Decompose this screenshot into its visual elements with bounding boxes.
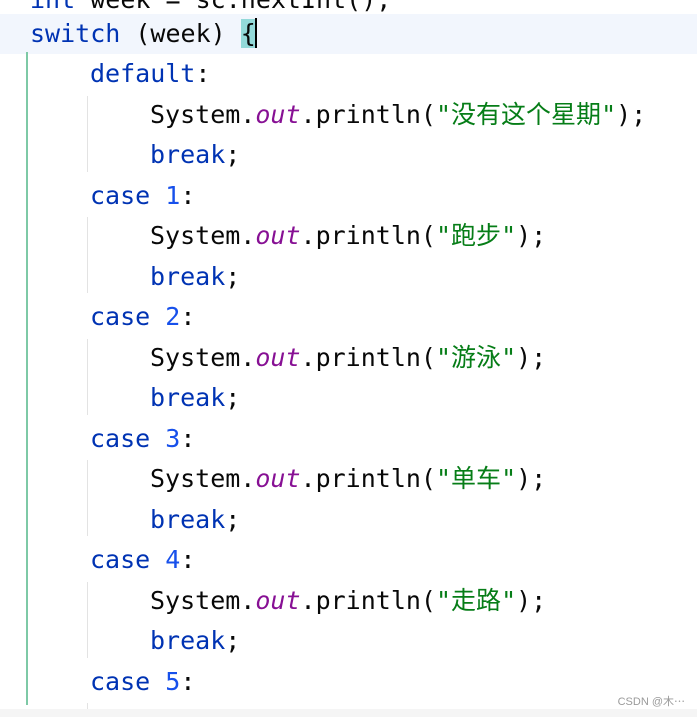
break-keyword: break <box>150 262 226 291</box>
text-caret <box>254 18 257 48</box>
code-line-break[interactable]: break; <box>0 621 697 661</box>
code-line-case[interactable]: case 5: <box>0 662 697 702</box>
string-literal: 走路 <box>451 586 502 615</box>
break-keyword: break <box>150 505 226 534</box>
matched-brace: { <box>240 19 256 48</box>
code-line-println[interactable]: System.out.println("走路"); <box>0 581 697 621</box>
string-literal: 单车 <box>451 464 502 493</box>
code-line-println[interactable]: System.out.println("游泳"); <box>0 338 697 378</box>
case-keyword: case <box>90 545 151 574</box>
case-keyword: case <box>90 424 151 453</box>
code-line-println[interactable]: System.out.println("跑步"); <box>0 216 697 256</box>
code-line-break[interactable]: break; <box>0 500 697 540</box>
case-number: 3 <box>165 424 181 453</box>
code-line-println[interactable]: System.out.println("单车"); <box>0 459 697 499</box>
code-line-break[interactable]: break; <box>0 135 697 175</box>
out-field: out <box>255 100 301 129</box>
indent-guide <box>87 460 88 536</box>
case-keyword: case <box>90 181 151 210</box>
out-field: out <box>255 586 301 615</box>
code-editor[interactable]: int week = sc.nextInt(); switch (week) {… <box>0 0 697 717</box>
case-number: 1 <box>165 181 181 210</box>
code-line-default[interactable]: default: <box>0 54 697 94</box>
code-line-case[interactable]: case 1: <box>0 176 697 216</box>
break-keyword: break <box>150 626 226 655</box>
case-number: 5 <box>165 667 181 696</box>
out-field: out <box>255 343 301 372</box>
switch-keyword: switch <box>30 19 121 48</box>
int-keyword: int <box>30 0 75 14</box>
watermark: CSDN @木⋯ <box>617 696 685 708</box>
indent-guide <box>87 96 88 172</box>
editor-bottom-edge <box>0 709 697 717</box>
case-keyword: case <box>90 302 151 331</box>
code-line-break[interactable]: break; <box>0 257 697 297</box>
default-keyword: default <box>90 59 196 88</box>
string-literal: 跑步 <box>451 221 502 250</box>
string-literal: 游泳 <box>451 343 502 372</box>
code-line-case[interactable]: case 4: <box>0 540 697 580</box>
indent-guide <box>26 52 28 705</box>
out-field: out <box>255 464 301 493</box>
indent-guide <box>87 217 88 293</box>
case-number: 4 <box>165 545 181 574</box>
indent-guide <box>87 582 88 658</box>
out-field: out <box>255 221 301 250</box>
code-line-case[interactable]: case 3: <box>0 419 697 459</box>
case-keyword: case <box>90 667 151 696</box>
code-line-switch[interactable]: switch (week) { <box>0 14 697 54</box>
case-number: 2 <box>165 302 181 331</box>
break-keyword: break <box>150 140 226 169</box>
indent-guide <box>87 339 88 415</box>
break-keyword: break <box>150 383 226 412</box>
code-line-break[interactable]: break; <box>0 378 697 418</box>
code-line-case[interactable]: case 2: <box>0 297 697 337</box>
string-literal: 没有这个星期 <box>451 100 602 129</box>
code-line-println-default[interactable]: System.out.println("没有这个星期"); <box>0 95 697 135</box>
